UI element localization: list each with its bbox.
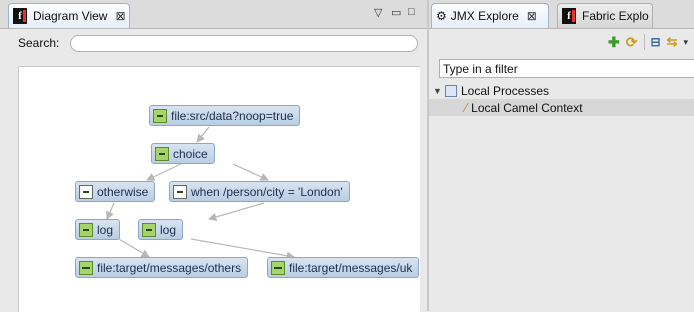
tree-node-camel-context[interactable]: ⁄ Local Camel Context [429, 99, 694, 116]
log-icon [79, 222, 93, 237]
node-log-otherwise[interactable]: log [75, 219, 121, 240]
tab-diagram-view-label: Diagram View [33, 9, 108, 23]
node-label: log [160, 222, 177, 237]
jmx-icon: ⚙ [436, 9, 447, 23]
tree-label: Local Processes [461, 83, 550, 98]
jmx-explorer-tabbar: ⚙ JMX Explore ⊠ f Fabric Explo [429, 0, 694, 29]
node-from-endpoint[interactable]: file:src/data?noop=true [149, 105, 301, 126]
edge-log-others [118, 238, 150, 258]
node-label: when /person/city = 'London' [191, 184, 343, 199]
minimize-icon[interactable]: ▭ [391, 6, 401, 19]
search-input[interactable] [70, 35, 418, 52]
jmx-tree: ▼ Local Processes ⁄ Local Camel Context [429, 82, 694, 116]
close-icon[interactable]: ⊠ [115, 9, 125, 23]
node-choice[interactable]: choice [151, 143, 215, 164]
camel-icon: ⁄ [465, 100, 468, 115]
edge-when-log [207, 202, 265, 221]
collapse-all-icon[interactable]: ⊟ [651, 35, 661, 49]
search-row: Search: [18, 36, 59, 50]
refresh-icon[interactable]: ⟳ [626, 34, 638, 51]
tab-fabric-explorer[interactable]: f Fabric Explo [557, 3, 653, 28]
toolbar-separator [643, 34, 645, 50]
jmx-explorer-pane: ⚙ JMX Explore ⊠ f Fabric Explo ✚ ⟳ ⊟ ⇆ ▾… [429, 0, 694, 311]
endpoint-icon [153, 108, 167, 123]
node-label: otherwise [97, 184, 149, 199]
edge-otherwise-log [106, 202, 115, 220]
otherwise-icon [79, 184, 93, 199]
diagram-view-tabbar: f Diagram View ⊠ ▽ ▭ □ [0, 0, 427, 29]
node-label: log [97, 222, 114, 237]
maximize-icon[interactable]: □ [408, 6, 415, 18]
add-icon[interactable]: ✚ [608, 34, 620, 51]
node-label: file:target/messages/others [97, 260, 242, 275]
diagram-canvas[interactable]: file:src/data?noop=true choice otherwise… [18, 66, 420, 312]
expand-triangle-icon[interactable]: ▼ [433, 86, 445, 96]
node-to-uk[interactable]: file:target/messages/uk [267, 257, 420, 278]
edge-choice-when [232, 163, 269, 181]
link-with-editor-icon[interactable]: ⇆ [667, 34, 678, 50]
close-icon[interactable]: ⊠ [527, 9, 537, 23]
edge-from-choice [196, 126, 210, 143]
node-label: file:src/data?noop=true [171, 108, 294, 123]
tab-jmx-explorer[interactable]: ⚙ JMX Explore ⊠ [431, 3, 549, 28]
log-icon [142, 222, 156, 237]
local-processes-icon [445, 84, 457, 97]
tree-node-local-processes[interactable]: ▼ Local Processes [433, 82, 694, 99]
node-to-others[interactable]: file:target/messages/others [75, 257, 249, 278]
filter-input[interactable]: Type in a filter [439, 59, 694, 78]
jmx-toolbar: ✚ ⟳ ⊟ ⇆ ▾ [608, 32, 694, 52]
endpoint-icon [79, 260, 93, 275]
node-when[interactable]: when /person/city = 'London' [169, 181, 350, 202]
tree-label: Local Camel Context [471, 100, 583, 115]
diagram-view-pane: f Diagram View ⊠ ▽ ▭ □ Search: file:src/… [0, 0, 427, 312]
tab-fabric-explorer-label: Fabric Explo [582, 9, 649, 23]
edge-log-uk [190, 238, 296, 260]
view-menu-icon[interactable]: ▾ [683, 37, 688, 48]
view-menu-icon[interactable]: ▽ [374, 6, 382, 19]
edge-choice-otherwise [146, 163, 182, 181]
node-label: choice [173, 146, 208, 161]
tab-diagram-view[interactable]: f Diagram View ⊠ [8, 3, 130, 28]
endpoint-icon [271, 260, 285, 275]
fuse-logo-icon: f [562, 8, 576, 24]
when-icon [173, 184, 187, 199]
node-otherwise[interactable]: otherwise [75, 181, 156, 202]
search-label: Search: [18, 36, 60, 50]
node-log-when[interactable]: log [138, 219, 184, 240]
node-label: file:target/messages/uk [289, 260, 413, 275]
tab-jmx-explorer-label: JMX Explore [450, 9, 519, 23]
choice-icon [155, 146, 169, 161]
fuse-logo-icon: f [13, 8, 27, 24]
